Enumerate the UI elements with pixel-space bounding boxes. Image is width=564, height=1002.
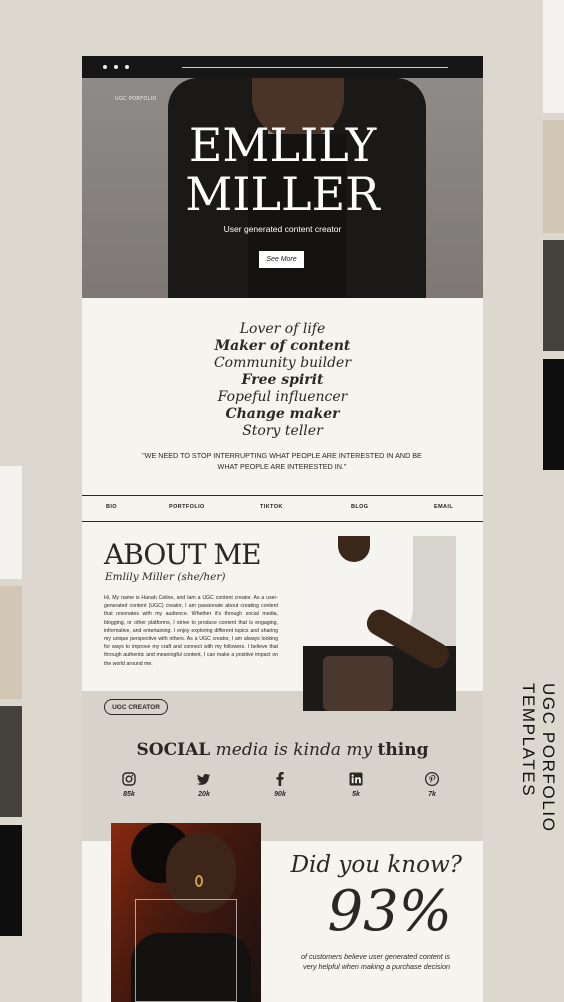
tagline: Story teller [242,423,323,439]
about-photo-chair [323,656,393,711]
browser-top-bar [82,56,483,78]
color-swatch-black [0,825,22,936]
social-title-part: is [273,740,288,760]
about-text: Hi, My name is Hanah Celine, and Iam a U… [104,595,278,667]
social-count: 20k [198,791,210,798]
social-item-pinterest[interactable]: 7k [412,772,452,798]
color-swatch-beige [543,120,564,233]
did-you-know-title: Did you know? [290,852,462,878]
social-count: 85k [123,791,135,798]
window-dot-icon [103,65,107,69]
did-you-know-photo-inset-frame [135,899,237,1002]
did-you-know-photo [111,823,261,1002]
hero-name-last: MILLER [185,167,380,221]
social-title-part: kinda [293,740,341,760]
social-title-part: thing [377,740,429,760]
color-swatch-cream [0,466,22,579]
nav-item-blog[interactable]: BLOG [351,504,369,510]
tagline: Community builder [213,355,352,371]
social-count: 90k [274,791,286,798]
social-item-facebook[interactable]: 90k [260,772,300,798]
about-photo [303,536,456,711]
twitter-icon [197,774,211,785]
hero-label: UGC PORFOLIO [115,96,157,102]
nav-bar: BIO PORTFOLIO TIKTOK BLOG EMAIL [82,495,483,522]
hero-subtitle: User generated content creator [223,224,342,234]
social-count: 7k [428,791,436,798]
color-swatch-black [543,359,564,470]
side-title: UGC PORFOLIO TEMPLATES [519,683,558,833]
social-title-part: SOCIAL [136,740,211,760]
window-dot-icon [125,65,129,69]
quote-text: "WE NEED TO STOP INTERRUPTING WHAT PEOPL… [142,451,422,471]
color-swatch-charcoal [543,240,564,351]
tagline: Change maker [225,406,340,422]
social-item-instagram[interactable]: 85k [109,772,149,798]
ugc-creator-button[interactable]: UGC CREATOR [104,699,168,715]
about-title: ABOUT ME [104,538,262,571]
portfolio-page-frame: UGC PORFOLIO EMLILY MILLER User generate… [82,56,483,1002]
pinterest-icon [425,772,439,786]
instagram-icon [122,772,136,786]
social-item-linkedin[interactable]: 5k [336,772,376,798]
earring-icon [195,875,203,887]
hero-section: UGC PORFOLIO EMLILY MILLER User generate… [82,78,483,298]
hero-name-first: EMLILY [188,118,377,172]
nav-item-portfolio[interactable]: PORTFOLIO [169,504,205,510]
nav-item-email[interactable]: EMAIL [434,504,453,510]
linkedin-icon [349,772,363,786]
nav-item-bio[interactable]: BIO [106,504,117,510]
social-item-twitter[interactable]: 20k [184,772,224,798]
social-count: 5k [352,791,360,798]
see-more-button[interactable]: See More [259,251,304,268]
facebook-icon [276,772,284,786]
social-title-part: my [346,740,373,760]
tagline: Maker of content [214,338,351,354]
window-dot-icon [114,65,118,69]
social-title: SOCIAL media is kinda my thing [82,740,483,760]
did-you-know-text: of customers believe user generated cont… [300,952,450,972]
tagline: Free spirit [241,372,324,388]
about-subtitle: Emlily Miller (she/her) [105,571,226,583]
color-swatch-beige [0,586,22,699]
did-you-know-stat: 93% [327,879,452,944]
color-swatch-cream [543,0,564,113]
tagline: Fopeful influencer [217,389,348,405]
color-swatch-charcoal [0,706,22,817]
tagline: Lover of life [239,321,326,337]
address-bar [182,67,448,68]
nav-item-tiktok[interactable]: TIKTOK [260,504,283,510]
social-title-part: media [215,740,269,760]
